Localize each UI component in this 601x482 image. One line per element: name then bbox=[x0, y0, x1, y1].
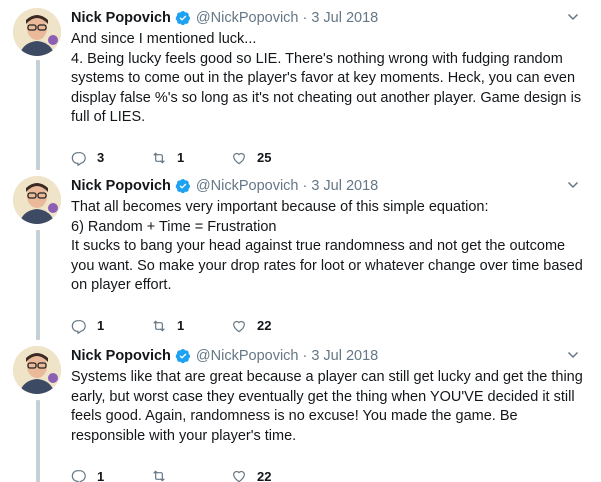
retweet-icon bbox=[153, 151, 165, 164]
tweet-date[interactable]: 3 Jul 2018 bbox=[311, 348, 378, 364]
reply-button[interactable]: 3 bbox=[71, 150, 151, 166]
like-count: 25 bbox=[257, 150, 272, 165]
like-button[interactable]: 22 bbox=[231, 318, 271, 334]
heart-icon bbox=[233, 152, 245, 164]
retweet-count: 1 bbox=[177, 318, 185, 333]
thread-connector bbox=[36, 230, 40, 340]
chevron-down-icon[interactable] bbox=[567, 11, 579, 23]
separator: · bbox=[302, 178, 308, 194]
reply-icon bbox=[71, 319, 86, 334]
reply-button[interactable]: 1 bbox=[71, 468, 151, 482]
tweet-date[interactable]: 3 Jul 2018 bbox=[311, 178, 378, 194]
retweet-button[interactable]: 1 bbox=[151, 318, 231, 334]
reply-icon bbox=[71, 470, 86, 482]
verified-badge-icon bbox=[175, 179, 190, 194]
like-count: 22 bbox=[257, 468, 272, 482]
tweet-header: Nick Popovich @NickPopovich · 3 Jul 2018 bbox=[71, 176, 591, 196]
chevron-down-icon[interactable] bbox=[567, 179, 579, 191]
tweet-text: And since I mentioned luck... 4. Being l… bbox=[71, 31, 582, 125]
author-name[interactable]: Nick Popovich bbox=[71, 10, 171, 26]
retweet-icon bbox=[153, 319, 165, 332]
like-count: 22 bbox=[257, 318, 272, 333]
reply-count: 1 bbox=[97, 318, 105, 333]
like-button[interactable]: 25 bbox=[231, 150, 271, 166]
avatar[interactable] bbox=[13, 176, 61, 224]
chevron-down-icon[interactable] bbox=[567, 349, 579, 361]
tweet-date[interactable]: 3 Jul 2018 bbox=[311, 10, 378, 26]
reply-icon bbox=[71, 151, 86, 166]
retweet-icon bbox=[153, 470, 165, 482]
retweet-button[interactable] bbox=[151, 468, 231, 482]
reply-count: 1 bbox=[97, 468, 105, 482]
tweet-text: That all becomes very important because … bbox=[71, 199, 583, 293]
avatar[interactable] bbox=[13, 8, 61, 56]
author-handle[interactable]: @NickPopovich bbox=[196, 178, 299, 194]
author-handle[interactable]: @NickPopovich bbox=[196, 10, 299, 26]
tweet-actions: 1 22 bbox=[71, 466, 591, 482]
avatar[interactable] bbox=[13, 346, 61, 394]
verified-badge-icon bbox=[175, 349, 190, 364]
thread-connector bbox=[36, 400, 40, 482]
retweet-button[interactable]: 1 bbox=[151, 150, 231, 166]
heart-icon bbox=[233, 320, 245, 332]
tweet-actions: 1 1 22 bbox=[71, 316, 591, 336]
author-name[interactable]: Nick Popovich bbox=[71, 348, 171, 364]
tweet-header: Nick Popovich @NickPopovich · 3 Jul 2018 bbox=[71, 346, 591, 366]
tweet-actions: 3 1 25 bbox=[71, 148, 591, 168]
separator: · bbox=[302, 10, 308, 26]
like-button[interactable]: 22 bbox=[231, 468, 271, 482]
reply-count: 3 bbox=[97, 150, 105, 165]
heart-icon bbox=[233, 470, 245, 482]
author-name[interactable]: Nick Popovich bbox=[71, 178, 171, 194]
thread-connector bbox=[36, 60, 40, 170]
author-handle[interactable]: @NickPopovich bbox=[196, 348, 299, 364]
tweet-text: Systems like that are great because a pl… bbox=[71, 369, 583, 444]
verified-badge-icon bbox=[175, 11, 190, 26]
separator: · bbox=[302, 348, 308, 364]
retweet-count: 1 bbox=[177, 150, 185, 165]
tweet-header: Nick Popovich @NickPopovich · 3 Jul 2018 bbox=[71, 8, 591, 28]
reply-button[interactable]: 1 bbox=[71, 318, 151, 334]
